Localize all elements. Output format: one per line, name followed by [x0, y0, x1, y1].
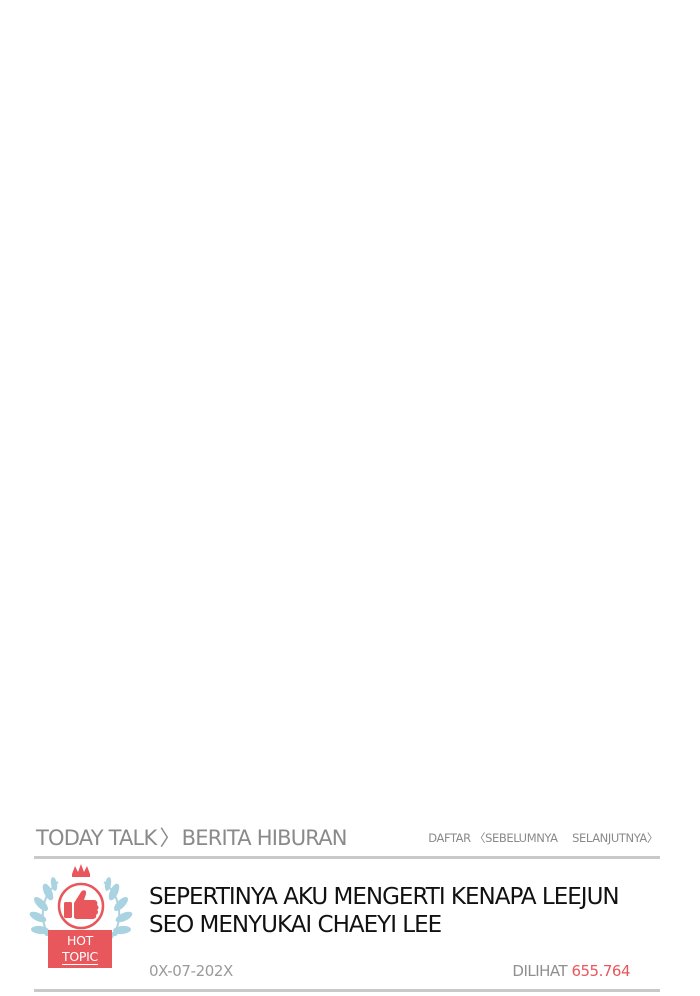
blank-canvas — [0, 0, 700, 810]
hot-topic-badge: HOT TOPIC — [28, 862, 134, 974]
breadcrumb: TODAY TALK 〉BERITA HIBURAN — [36, 822, 348, 852]
previous-link[interactable]: 〈SEBELUMNYA — [474, 831, 558, 845]
post-views: DILIHAT 655.764 — [512, 962, 630, 980]
footer-divider — [34, 989, 660, 992]
hot-topic-label: HOT TOPIC — [48, 930, 112, 968]
post-title[interactable]: SEPERTINYA AKU MENGERTI KENAPA LEEJUN SE… — [149, 883, 649, 939]
badge-line-2: TOPIC — [62, 949, 98, 965]
views-label: DILIHAT — [512, 962, 568, 980]
post-date: 0X-07-202X — [149, 962, 233, 980]
list-link[interactable]: DAFTAR — [428, 831, 471, 845]
crown-icon — [72, 864, 90, 877]
badge-line-1: HOT — [67, 933, 93, 948]
post-title-line-2: SEO MENYUKAI CHAEYI LEE — [149, 912, 442, 938]
breadcrumb-section[interactable]: TODAY TALK — [36, 826, 157, 850]
views-count: 655.764 — [571, 962, 630, 980]
board-header: TODAY TALK 〉BERITA HIBURAN DAFTAR 〈SEBELU… — [36, 818, 660, 854]
breadcrumb-separator: 〉 — [159, 826, 180, 850]
breadcrumb-category[interactable]: BERITA HIBURAN — [182, 826, 348, 850]
header-divider — [34, 856, 660, 859]
post-title-line-1: SEPERTINYA AKU MENGERTI KENAPA LEEJUN — [149, 884, 620, 910]
next-link[interactable]: SELANJUTNYA〉 — [572, 831, 658, 845]
post-navigation: DAFTAR 〈SEBELUMNYA SELANJUTNYA〉 — [428, 830, 658, 846]
